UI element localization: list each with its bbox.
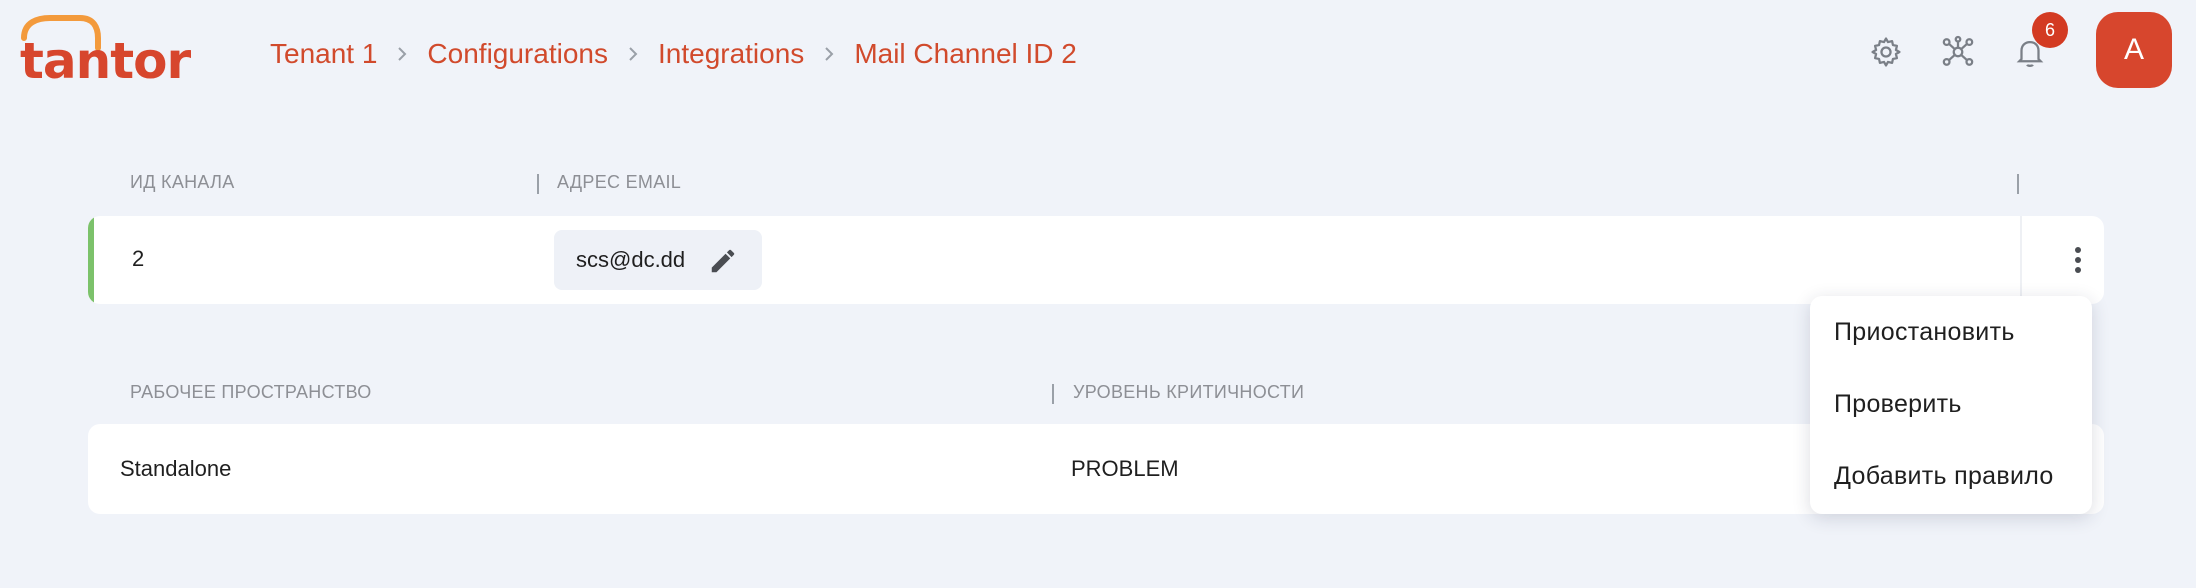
logo-text: tantor [20,32,191,90]
breadcrumb-configurations[interactable]: Configurations [427,38,608,70]
channel-table-row[interactable]: 2 scs@dc.dd [88,216,2104,304]
network-icon[interactable] [1936,30,1980,74]
row-divider [2020,216,2022,304]
kebab-menu-icon [2075,247,2081,273]
channel-id-cell: 2 [132,246,145,271]
column-header-workspace[interactable]: РАБОЧЕЕ ПРОСТРАНСТВО [130,382,372,403]
severity-cell: PROBLEM [1071,456,1179,481]
tantor-logo[interactable]: tantor [20,14,191,86]
chevron-right-icon [608,36,658,72]
email-edit-chip[interactable]: scs@dc.dd [554,230,762,290]
channel-table-header: ИД КАНАЛА АДРЕС EMAIL [0,172,2196,202]
status-indicator [88,216,94,304]
email-value: scs@dc.dd [576,247,686,272]
breadcrumb-mail-channel[interactable]: Mail Channel ID 2 [854,38,1077,70]
column-header-channel-id[interactable]: ИД КАНАЛА [130,172,235,193]
column-header-severity[interactable]: УРОВЕНЬ КРИТИЧНОСТИ [1073,382,1304,403]
menu-item-pause[interactable]: Приостановить [1834,318,2015,347]
menu-item-add-rule[interactable]: Добавить правило [1834,462,2054,491]
breadcrumb: Tenant 1 Configurations Integrations Mai… [270,36,1077,72]
breadcrumb-tenant[interactable]: Tenant 1 [270,38,377,70]
chevron-right-icon [804,36,854,72]
column-divider[interactable] [537,174,539,194]
context-menu: Приостановить Проверить Добавить правило [1810,296,2092,514]
workspace-table-row[interactable]: Standalone PROBLEM [88,424,2104,514]
breadcrumb-integrations[interactable]: Integrations [658,38,804,70]
menu-item-check[interactable]: Проверить [1834,390,1962,419]
notification-badge[interactable]: 6 [2032,12,2068,48]
column-header-email[interactable]: АДРЕС EMAIL [557,172,681,193]
user-avatar[interactable]: A [2096,12,2172,88]
column-divider[interactable] [1052,384,1054,404]
more-options-button[interactable] [2054,236,2102,284]
chevron-right-icon [377,36,427,72]
gear-icon[interactable] [1864,30,1908,74]
top-header: tantor Tenant 1 Configurations Integrati… [0,0,2196,110]
column-divider[interactable] [2017,174,2019,194]
pencil-icon[interactable] [708,246,738,276]
workspace-cell: Standalone [120,456,232,481]
